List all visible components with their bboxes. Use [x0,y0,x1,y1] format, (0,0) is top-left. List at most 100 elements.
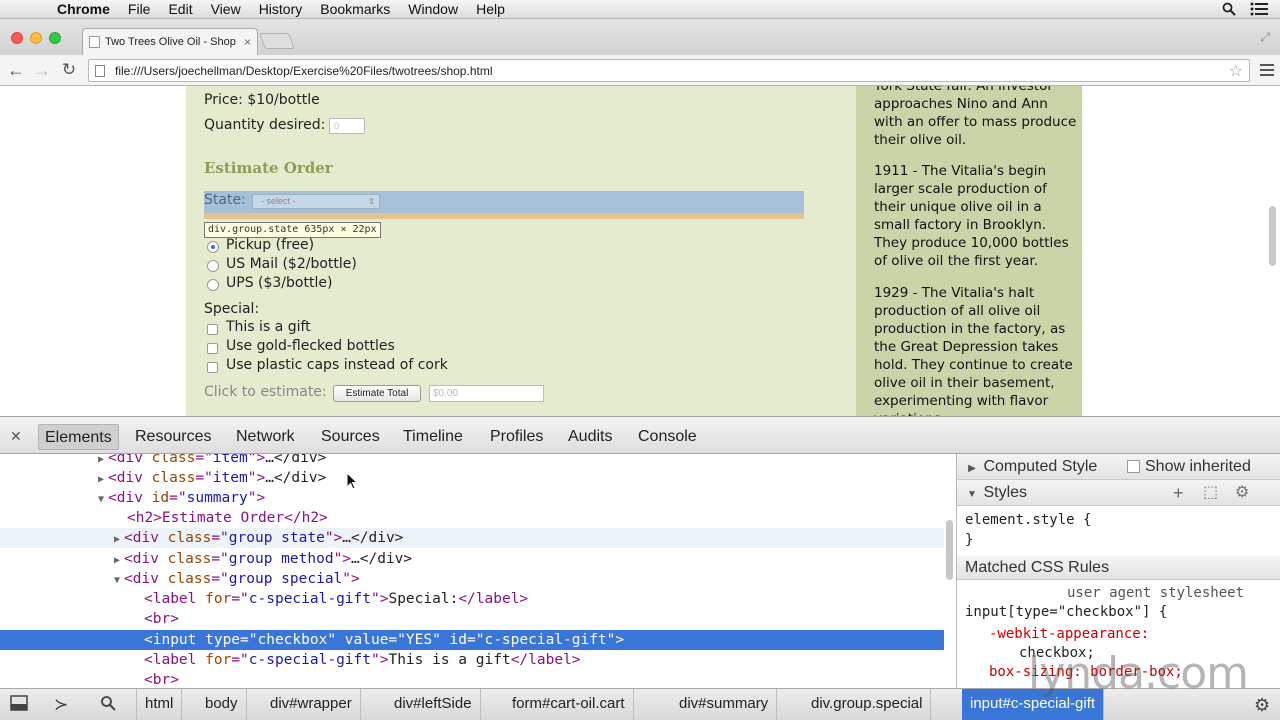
shipping-label-usmail: US Mail ($2/bottle) [226,256,357,272]
close-brace: } [965,532,974,548]
expand-triangle-icon[interactable]: ▶ [94,470,108,490]
collapse-triangle-icon[interactable]: ▼ [110,571,124,591]
menu-app-name[interactable]: Chrome [48,1,119,17]
collapse-triangle-icon[interactable]: ▼ [94,490,108,510]
styles-header[interactable]: ▼ Styles + ⬚ ⚙ [957,480,1280,506]
tab-profiles[interactable]: Profiles [484,424,549,450]
breadcrumb-html[interactable]: html [136,689,183,720]
tab-console[interactable]: Console [632,424,703,450]
browser-tab[interactable]: Two Trees Olive Oil - Shop × [82,28,258,55]
tab-timeline[interactable]: Timeline [397,424,469,450]
history-paragraph: York State fair. An investor approaches … [874,86,1077,148]
tree-node-br[interactable]: <br> [0,609,944,629]
state-select[interactable]: - select - ⇕ [252,194,380,209]
settings-gear-icon[interactable]: ⚙ [1235,480,1249,506]
expand-triangle-icon[interactable]: ▶ [965,456,979,482]
tab-strip: Two Trees Olive Oil - Shop × ⤢ [0,19,1280,55]
show-inherited-label: Show inherited [1145,458,1251,475]
estimate-order-heading: Estimate Order [204,159,333,177]
breadcrumb-special[interactable]: div.group.special [803,689,932,720]
element-style-rule[interactable]: element.style { [965,512,1091,528]
menu-file[interactable]: File [119,1,160,17]
tree-node-label[interactable]: <label for="c-special-gift">Special:</la… [0,589,944,609]
tree-node[interactable]: ▶ <div class="item">…</div> [0,454,944,468]
menu-bookmarks[interactable]: Bookmarks [311,1,399,17]
shipping-radio-ups[interactable] [207,279,219,291]
close-devtools-icon[interactable]: ✕ [10,428,22,445]
menu-window[interactable]: Window [399,1,467,17]
tree-node-selected-input[interactable]: <input type="checkbox" value="YES" id="c… [0,630,944,650]
search-icon[interactable] [100,695,116,711]
page-favicon-icon [89,36,100,48]
elements-scrollbar[interactable] [946,520,953,580]
menu-history[interactable]: History [250,1,312,17]
breadcrumb-body[interactable]: body [197,689,247,720]
css-property[interactable]: -webkit-appearance: [989,626,1149,642]
close-window-icon[interactable] [11,32,23,44]
notification-list-icon[interactable] [1250,2,1268,16]
select-arrows-icon: ⇕ [368,197,375,206]
tab-network[interactable]: Network [230,424,301,450]
tab-audits[interactable]: Audits [562,424,618,450]
gold-bottles-label: Use gold-flecked bottles [226,338,395,354]
breadcrumb-wrapper[interactable]: div#wrapper [262,689,361,720]
plastic-caps-label: Use plastic caps instead of cork [226,357,448,373]
spotlight-search-icon[interactable] [1222,2,1236,16]
mouse-cursor-icon [346,472,358,490]
history-paragraph: 1929 - The Vitalia's halt production of … [874,285,1073,416]
tab-sources[interactable]: Sources [315,424,386,450]
tree-node-label[interactable]: <label for="c-special-gift">This is a gi… [0,650,944,670]
tree-node-method-group[interactable]: ▶ <div class="group method">…</div> [0,549,944,569]
address-bar[interactable]: file:///Users/joechellman/Desktop/Exerci… [88,59,1250,82]
total-field[interactable]: $0.00 [429,385,544,402]
fullscreen-icon[interactable]: ⤢ [1260,30,1270,45]
tree-node-state-group[interactable]: ▶ <div class="group state">…</div> [0,528,944,548]
estimate-total-button[interactable]: Estimate Total [333,385,421,402]
settings-gear-icon[interactable]: ⚙ [1254,695,1270,716]
menu-view[interactable]: View [202,1,250,17]
page-scrollbar[interactable] [1269,206,1276,266]
breadcrumb-summary[interactable]: div#summary [671,689,778,720]
quantity-input[interactable]: 0 [329,118,365,134]
gift-checkbox[interactable] [207,324,218,335]
tab-resources[interactable]: Resources [129,424,217,450]
show-inherited-checkbox[interactable] [1127,460,1140,473]
console-drawer-icon[interactable]: ≻ [54,695,68,715]
plastic-caps-checkbox[interactable] [207,362,218,373]
price-text: Price: $10/bottle [204,92,320,108]
element-state-icon[interactable]: ⬚ [1203,480,1218,506]
zoom-window-icon[interactable] [49,32,61,44]
forward-icon[interactable]: → [31,59,53,81]
reload-icon[interactable]: ↻ [58,59,80,81]
menu-edit[interactable]: Edit [159,1,201,17]
dock-icon[interactable] [10,695,28,711]
menu-help[interactable]: Help [467,1,514,17]
tree-node-br[interactable]: <br> [0,670,944,688]
back-icon[interactable]: ← [5,59,27,81]
computed-style-header[interactable]: ▶ Computed Style Show inherited [957,454,1280,480]
tree-node-summary[interactable]: ▼ <div id="summary"> [0,488,944,508]
state-label: State: [204,192,246,208]
tab-elements[interactable]: Elements [38,424,119,450]
gold-bottles-checkbox[interactable] [207,343,218,354]
bookmark-star-icon[interactable]: ☆ [1229,61,1249,81]
tree-node[interactable]: ▶ <div class="item">…</div> [0,468,944,488]
expand-triangle-icon[interactable]: ▶ [110,530,124,550]
elements-tree: ▶ <div class="item">…</div> ▶ <div class="… [0,454,944,688]
chrome-menu-icon[interactable] [1260,61,1274,79]
breadcrumb-leftside[interactable]: div#leftSide [386,689,481,720]
add-rule-icon[interactable]: + [1173,480,1184,506]
shipping-radio-pickup[interactable] [207,241,219,253]
close-tab-icon[interactable]: × [244,35,251,49]
new-tab-button[interactable] [259,33,295,49]
shipping-radio-usmail[interactable] [207,260,219,272]
checkbox-selector[interactable]: input[type="checkbox"] { [965,604,1167,620]
expand-triangle-icon[interactable]: ▶ [110,551,124,571]
minimize-window-icon[interactable] [30,32,42,44]
collapse-triangle-icon[interactable]: ▼ [965,482,979,508]
tree-node-h2[interactable]: <h2>Estimate Order</h2> [0,508,944,528]
tree-node-special-group[interactable]: ▼ <div class="group special"> [0,569,944,589]
breadcrumb-form[interactable]: form#cart-oil.cart [504,689,634,720]
matched-rules-header: Matched CSS Rules [957,556,1280,580]
history-sidebar: York State fair. An investor approaches … [856,86,1082,416]
